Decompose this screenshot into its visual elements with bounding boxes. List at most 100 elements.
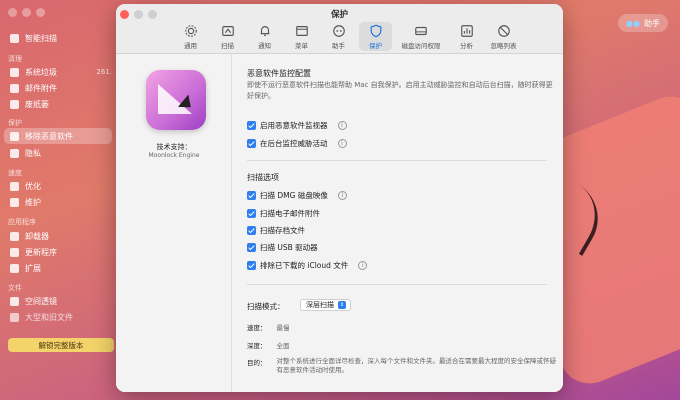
protection-settings-pane: 恶意软件监控配置 即使不运行恶意软件扫描也能帮助 Mac 自我保护。启用主动威胁… [232,54,563,392]
mail-icon [10,83,19,93]
sidebar-item-optimization[interactable]: 优化 [4,178,112,194]
assistant-button[interactable]: ●● 助手 [618,14,668,32]
checkbox-checked[interactable] [247,191,256,200]
goal-value: 对整个系统进行全面详尽检查，深入每个文件和文件夹。最适合在需要最大程度的安全保障… [276,357,557,374]
tab-ignore-list[interactable]: 忽略列表 [487,22,520,51]
tab-label: 扫描 [221,41,234,50]
sidebar-item-label: 智能扫描 [25,33,57,43]
sidebar-window-controls [8,8,45,17]
option-label: 扫描 DMG 磁盘映像 [260,191,328,200]
sidebar-item-label: 系统垃圾 [25,67,57,77]
tab-menu[interactable]: 菜单 [285,22,318,51]
tab-label: 通知 [258,41,271,50]
tab-label: 保护 [369,41,382,50]
sidebar-item-label: 移除恶意软件 [25,131,73,141]
checkbox-checked[interactable] [247,226,256,235]
chart-icon [460,24,473,37]
bell-icon [260,25,269,36]
option-label: 排除已下载的 iCloud 文件 [260,261,349,270]
sidebar-item-mail-attachments[interactable]: 邮件附件 [4,80,112,96]
preferences-toolbar: 通用 扫描 通知 菜单 助手 保护 磁盘访问权限 分析 忽略列表 [174,22,520,51]
assistant-button-label: 助手 [644,18,660,28]
checkbox-checked[interactable] [247,243,256,252]
maintenance-icon [10,197,19,207]
sidebar-item-updater[interactable]: 更新程序 [4,244,112,260]
info-icon[interactable]: i [337,139,347,148]
sidebar-item-maintenance[interactable]: 维护 [4,194,112,210]
scan-icon [221,25,234,36]
scan-mode-label: 扫描模式： [247,302,285,311]
engine-info-pane: 技术支持： Moonlock Engine [116,54,232,392]
sidebar-item-smart-scan[interactable]: 智能扫描 [4,30,112,46]
checkbox-checked[interactable] [247,139,256,148]
info-icon[interactable]: i [358,261,368,270]
scan-archives-option[interactable]: 扫描存档文件 [247,225,305,236]
sidebar-group-protection: 保护 [8,119,22,127]
menu-icon [295,25,308,36]
tab-analytics[interactable]: 分析 [450,22,483,51]
sidebar-group-cleanup: 清理 [8,55,22,63]
sidebar-item-privacy[interactable]: 隐私 [4,145,112,161]
smart-scan-icon [10,33,19,43]
checkbox-checked[interactable] [247,121,256,130]
sidebar-item-label: 邮件附件 [25,83,57,93]
tab-general[interactable]: 通用 [174,22,207,51]
sidebar-group-applications: 应用程序 [8,218,36,226]
system-junk-icon [10,67,19,77]
background-monitoring-option[interactable]: 在后台监控威胁活动 i [247,138,347,149]
exclude-icloud-option[interactable]: 排除已下载的 iCloud 文件 i [247,260,368,271]
tab-protection[interactable]: 保护 [359,22,392,51]
goal-label: 目的： [247,359,267,367]
tab-scan[interactable]: 扫描 [211,22,244,51]
section-divider [247,160,547,161]
assistant-icon [332,24,345,37]
disk-icon [415,26,427,35]
dialog-title: 保护 [330,10,348,20]
trash-icon [10,99,19,109]
info-icon[interactable]: i [337,191,347,200]
speed-label: 速度： [247,324,267,332]
assistant-dots-icon: ●● [626,18,640,28]
scan-mode-select[interactable]: 深层扫描 ⇕ [300,299,351,311]
option-label: 扫描电子邮件附件 [260,209,320,218]
updater-icon [10,247,19,257]
sidebar-item-system-junk[interactable]: 系统垃圾 261. [4,64,112,80]
option-label: 扫描存档文件 [260,226,305,235]
option-label: 启用恶意软件监视器 [260,121,328,130]
close-button[interactable] [8,8,17,17]
sidebar-item-label: 隐私 [25,148,41,158]
chevron-updown-icon: ⇕ [338,301,346,309]
sidebar-item-label: 维护 [25,197,41,207]
tab-label: 磁盘访问权限 [401,41,441,50]
scan-mail-attachments-option[interactable]: 扫描电子邮件附件 [247,208,320,219]
sidebar-item-trash[interactable]: 废纸篓 [4,96,112,112]
zoom-button[interactable] [36,8,45,17]
scan-mode-value: 深层扫描 [306,301,334,309]
minimize-button[interactable] [22,8,31,17]
unlock-full-version-button[interactable]: 解锁完整版本 [8,338,114,352]
checkbox-checked[interactable] [247,261,256,270]
checkbox-checked[interactable] [247,209,256,218]
enable-malware-monitor-option[interactable]: 启用恶意软件监视器 i [247,120,347,131]
uninstaller-icon [10,231,19,241]
sidebar-item-space-lens[interactable]: 空间透镜 [4,293,112,309]
tab-notifications[interactable]: 通知 [248,22,281,51]
tab-disk-access[interactable]: 磁盘访问权限 [396,22,446,51]
tech-support-engine: Moonlock Engine [148,152,200,159]
sidebar-item-uninstaller[interactable]: 卸载器 [4,228,112,244]
shield-icon [370,24,381,37]
sidebar-item-large-old-files[interactable]: 大型和旧文件 [4,309,112,325]
scan-dmg-option[interactable]: 扫描 DMG 磁盘映像 i [247,190,347,201]
tab-assistant[interactable]: 助手 [322,22,355,51]
sidebar-item-malware-removal[interactable]: 移除恶意软件 [4,128,112,144]
tab-label: 忽略列表 [490,41,517,50]
tab-label: 通用 [184,41,197,50]
scan-usb-option[interactable]: 扫描 USB 驱动器 [247,242,318,253]
info-icon[interactable]: i [337,121,347,130]
sidebar-item-extensions[interactable]: 扩展 [4,260,112,276]
speed-value: 最慢 [276,324,290,332]
sidebar-item-label: 大型和旧文件 [25,312,73,322]
sidebar-group-files: 文件 [8,284,22,292]
depth-label: 深度： [247,342,267,350]
tech-support-label: 技术支持： [156,143,192,151]
